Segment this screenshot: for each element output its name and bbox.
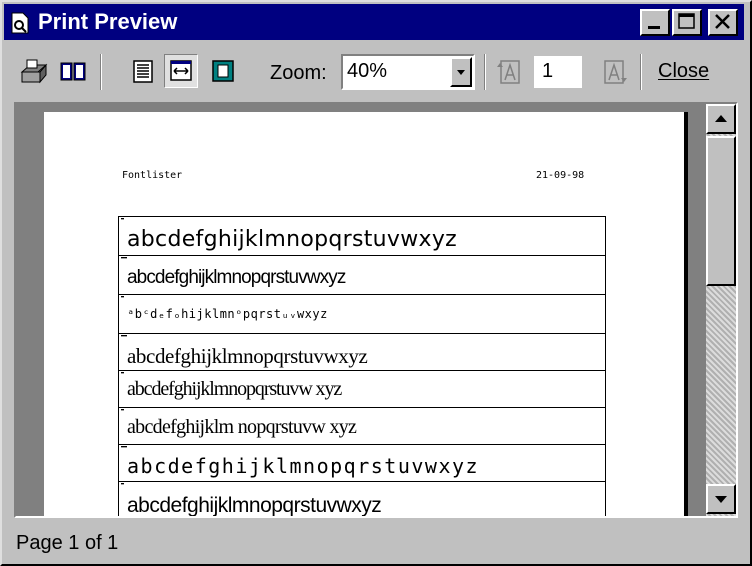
font-sample-text: abcdefghijklmnopqrstuvwxyz (127, 454, 480, 478)
status-page-count: Page 1 of 1 (16, 532, 119, 554)
page-width-button[interactable] (164, 54, 198, 88)
book-icon (60, 62, 86, 81)
font-name-tag: ▬ (121, 370, 125, 376)
maximize-icon (678, 13, 695, 29)
font-sample-row: ▬ abcdefghijklmnopqrstuvw xyz (118, 370, 606, 407)
font-name-tag: ▬▬ (121, 333, 128, 339)
arrow-down-icon (715, 496, 727, 503)
printer-icon (20, 59, 48, 84)
font-sample-text: abcdefghijklmnopqrstuvwxyz (127, 494, 382, 517)
zoom-label: Zoom: (270, 62, 327, 84)
minimize-button[interactable] (640, 9, 670, 36)
preview-toolbar: Zoom: 40% 1 Close (4, 42, 744, 102)
font-sample-row: ▬▬ abcdefghijklmnopqrstuvwxyz (118, 444, 606, 481)
maximize-button[interactable] (672, 9, 702, 36)
print-button[interactable] (16, 54, 50, 88)
font-sample-text: abcdefghijklmnopqrstuvwxyz (127, 267, 346, 288)
status-bar: Page 1 of 1 (4, 522, 744, 562)
font-sample-text: abcdefghijklm nopqrstuvw xyz (127, 416, 357, 438)
zoom-dropdown-button[interactable] (450, 57, 472, 87)
toolbar-separator (484, 54, 486, 90)
font-sample-text: abcdefghijklmnopqrstuvwxyz (127, 344, 368, 368)
close-icon (715, 14, 730, 29)
font-sample-row: ▬ abcdefghijklm nopqrstuvw xyz (118, 407, 606, 444)
previous-page-icon (497, 60, 520, 84)
font-name-tag: ▬▬ (121, 255, 128, 261)
scroll-up-button[interactable] (706, 104, 736, 134)
full-page-button[interactable] (206, 54, 240, 88)
font-sample-text: abcdefghijklmnopqrstuvw xyz (127, 378, 342, 400)
scroll-thumb[interactable] (706, 136, 736, 286)
print-preview-window: Print Preview Zoom: 40% 1 Close Fontlist… (0, 0, 752, 566)
preview-area[interactable]: Fontlister 21-09-98 ▬ abcdefghijklmnopqr… (14, 102, 738, 518)
page-number-field[interactable]: 1 (534, 56, 582, 88)
next-page-button[interactable] (598, 54, 632, 88)
full-page-icon (212, 60, 234, 82)
vertical-scrollbar[interactable] (706, 104, 736, 516)
previous-page-button[interactable] (492, 54, 526, 88)
title-bar: Print Preview (4, 4, 744, 40)
font-name-tag: ▬ (121, 407, 125, 413)
page-layout-button[interactable] (126, 54, 160, 88)
font-name-tag: ▬▬ (121, 444, 128, 450)
chevron-down-icon (457, 70, 465, 75)
font-sample-row: ▬ ᵃbᶜdₑfₒhijklmnᵒpqrstᵤᵥwxyz (118, 294, 606, 333)
font-sample-row: ▬▬ abcdefghijklmnopqrstuvwxyz (118, 333, 606, 370)
zoom-value: 40% (347, 60, 388, 82)
font-sample-row: ▬ abcdefghijklmnopqrstuvwxyz (118, 481, 606, 517)
page-number-value: 1 (542, 60, 554, 82)
next-page-icon (604, 60, 627, 84)
page-header-left: Fontlister (122, 170, 183, 181)
font-sample-row: ▬ abcdefghijklmnopqrstuvwxyz (118, 216, 606, 255)
page-lines-icon (133, 60, 153, 83)
close-window-button[interactable] (708, 9, 738, 36)
font-sample-table: ▬ abcdefghijklmnopqrstuvwxyz ▬▬ abcdefgh… (118, 216, 606, 517)
font-sample-text: abcdefghijklmnopqrstuvwxyz (127, 227, 458, 252)
scroll-down-button[interactable] (706, 484, 736, 514)
font-sample-row: ▬▬ abcdefghijklmnopqrstuvwxyz (118, 255, 606, 294)
preview-page: Fontlister 21-09-98 ▬ abcdefghijklmnopqr… (44, 112, 688, 517)
page-header-date: 21-09-98 (536, 170, 585, 181)
toolbar-separator (640, 54, 642, 90)
page-width-icon (170, 60, 192, 81)
minimize-icon (648, 26, 660, 29)
zoom-select[interactable]: 40% (341, 54, 475, 90)
font-sample-text: ᵃbᶜdₑfₒhijklmnᵒpqrstᵤᵥwxyz (127, 307, 328, 321)
window-title: Print Preview (38, 9, 178, 34)
two-page-button[interactable] (56, 54, 90, 88)
document-icon (11, 12, 29, 34)
toolbar-separator (100, 54, 102, 90)
font-name-tag: ▬ (121, 294, 125, 300)
close-preview-button[interactable]: Close (658, 60, 709, 83)
font-name-tag: ▬ (121, 481, 125, 487)
font-name-tag: ▬ (121, 216, 125, 222)
arrow-up-icon (715, 115, 727, 122)
